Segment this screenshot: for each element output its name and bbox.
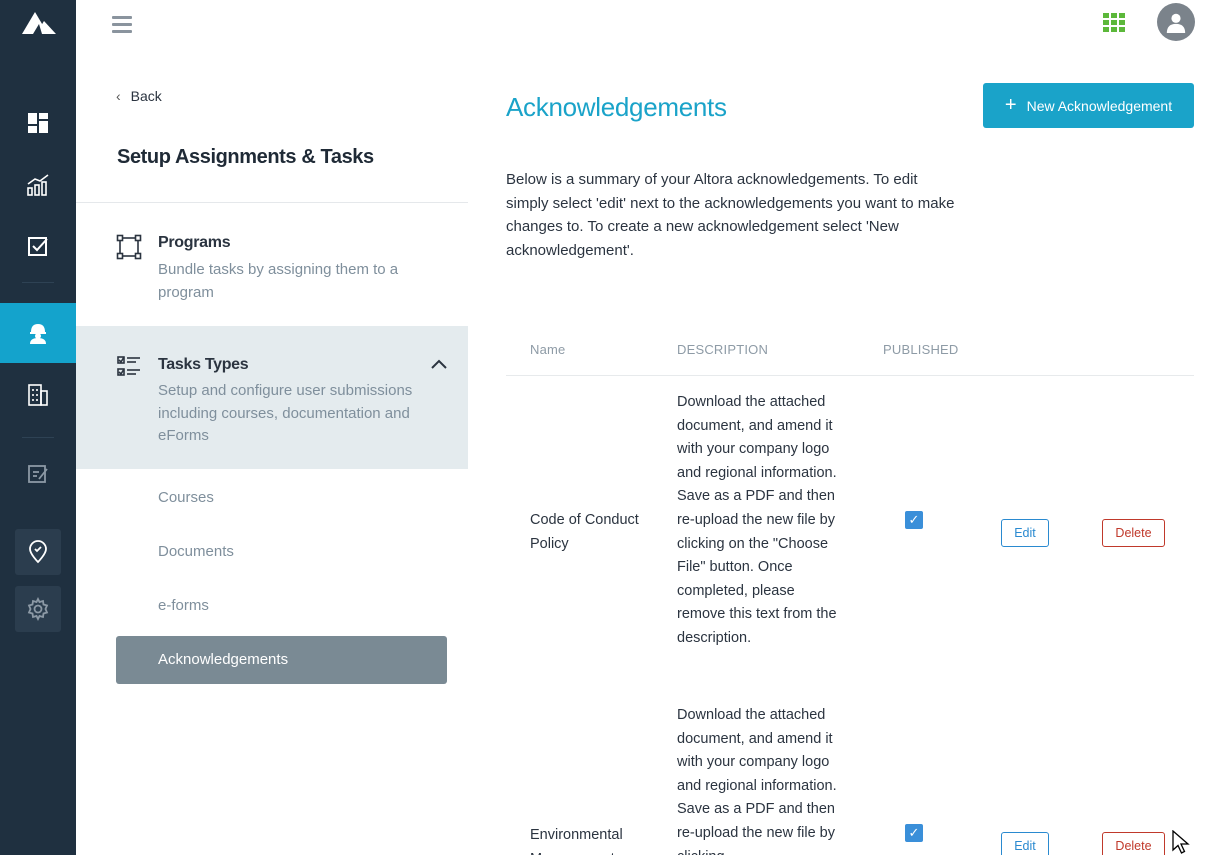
mouse-cursor-icon: [1172, 830, 1190, 854]
rail-item-settings[interactable]: [15, 586, 61, 632]
row-name: Code of Conduct Policy: [530, 512, 639, 552]
hamburger-icon[interactable]: [112, 16, 132, 34]
back-label: Back: [130, 88, 162, 104]
brand-logo-icon[interactable]: [22, 10, 56, 36]
rail-item-analytics[interactable]: [0, 155, 76, 215]
apps-grid-icon[interactable]: [1103, 13, 1125, 32]
rail-item-buildings[interactable]: [0, 365, 76, 425]
new-acknowledgement-button[interactable]: + New Acknowledgement: [983, 83, 1194, 128]
column-header-name[interactable]: Name: [530, 342, 565, 357]
programs-icon: [116, 234, 142, 260]
checklist-icon: [117, 356, 140, 376]
edit-button[interactable]: Edit: [1001, 832, 1049, 855]
column-header-description[interactable]: DESCRIPTION: [677, 342, 768, 357]
column-header-published[interactable]: PUBLISHED: [883, 342, 959, 357]
rail-item-dashboard[interactable]: [0, 93, 76, 153]
checkbox-icon: [28, 237, 48, 256]
main-content: Acknowledgements + New Acknowledgement B…: [468, 52, 1228, 855]
intro-text: Below is a summary of your Altora acknow…: [506, 171, 955, 259]
task-types-description: Setup and configure user submissions inc…: [158, 382, 413, 444]
location-pin-icon: [29, 540, 47, 564]
rail-item-users[interactable]: [0, 303, 76, 363]
dashboard-icon: [28, 113, 48, 133]
row-description: Download the attached document, and amen…: [677, 394, 837, 646]
left-rail: [0, 0, 76, 855]
task-types-title: Tasks Types: [158, 356, 249, 373]
rail-item-locations[interactable]: [15, 529, 61, 575]
avatar[interactable]: [1157, 3, 1195, 41]
section-title: Setup Assignments & Tasks: [117, 146, 374, 168]
edit-button[interactable]: Edit: [1001, 519, 1049, 547]
edit-note-icon: [28, 465, 48, 483]
analytics-icon: [27, 174, 49, 196]
row-description: Download the attached document, and amen…: [677, 707, 837, 855]
delete-button[interactable]: Delete: [1102, 832, 1165, 855]
page-title: Acknowledgements: [506, 92, 727, 122]
subnav-item-documents[interactable]: Documents: [158, 543, 234, 560]
gear-icon: [27, 597, 49, 621]
user-icon: [1166, 13, 1186, 33]
chevron-up-icon[interactable]: [430, 358, 448, 370]
plus-icon: +: [1004, 93, 1017, 116]
published-checkbox[interactable]: ✓: [905, 511, 923, 529]
rail-item-notes[interactable]: [0, 444, 76, 504]
published-checkbox[interactable]: ✓: [905, 824, 923, 842]
chevron-left-icon: ‹: [116, 88, 121, 104]
row-name: Environmental Management: [530, 827, 623, 855]
programs-title: Programs: [158, 234, 231, 251]
subnav-item-acknowledgements[interactable]: Acknowledgements: [116, 636, 447, 684]
subnav-item-eforms[interactable]: e-forms: [158, 597, 209, 614]
rail-item-tasks[interactable]: [0, 217, 76, 277]
subnav-item-courses[interactable]: Courses: [158, 489, 214, 506]
building-icon: [28, 384, 48, 406]
nav-programs[interactable]: Programs Bundle tasks by assigning them …: [76, 224, 468, 324]
top-bar: [76, 0, 1228, 52]
new-acknowledgement-label: New Acknowledgement: [1026, 97, 1173, 114]
back-link[interactable]: ‹ Back: [116, 88, 162, 104]
nav-task-types[interactable]: Tasks Types Setup and configure user sub…: [76, 326, 468, 469]
delete-button[interactable]: Delete: [1102, 519, 1165, 547]
user-hardhat-icon: [30, 324, 46, 344]
programs-description: Bundle tasks by assigning them to a prog…: [158, 261, 399, 301]
secondary-nav: ‹ Back Setup Assignments & Tasks Program…: [76, 52, 468, 855]
